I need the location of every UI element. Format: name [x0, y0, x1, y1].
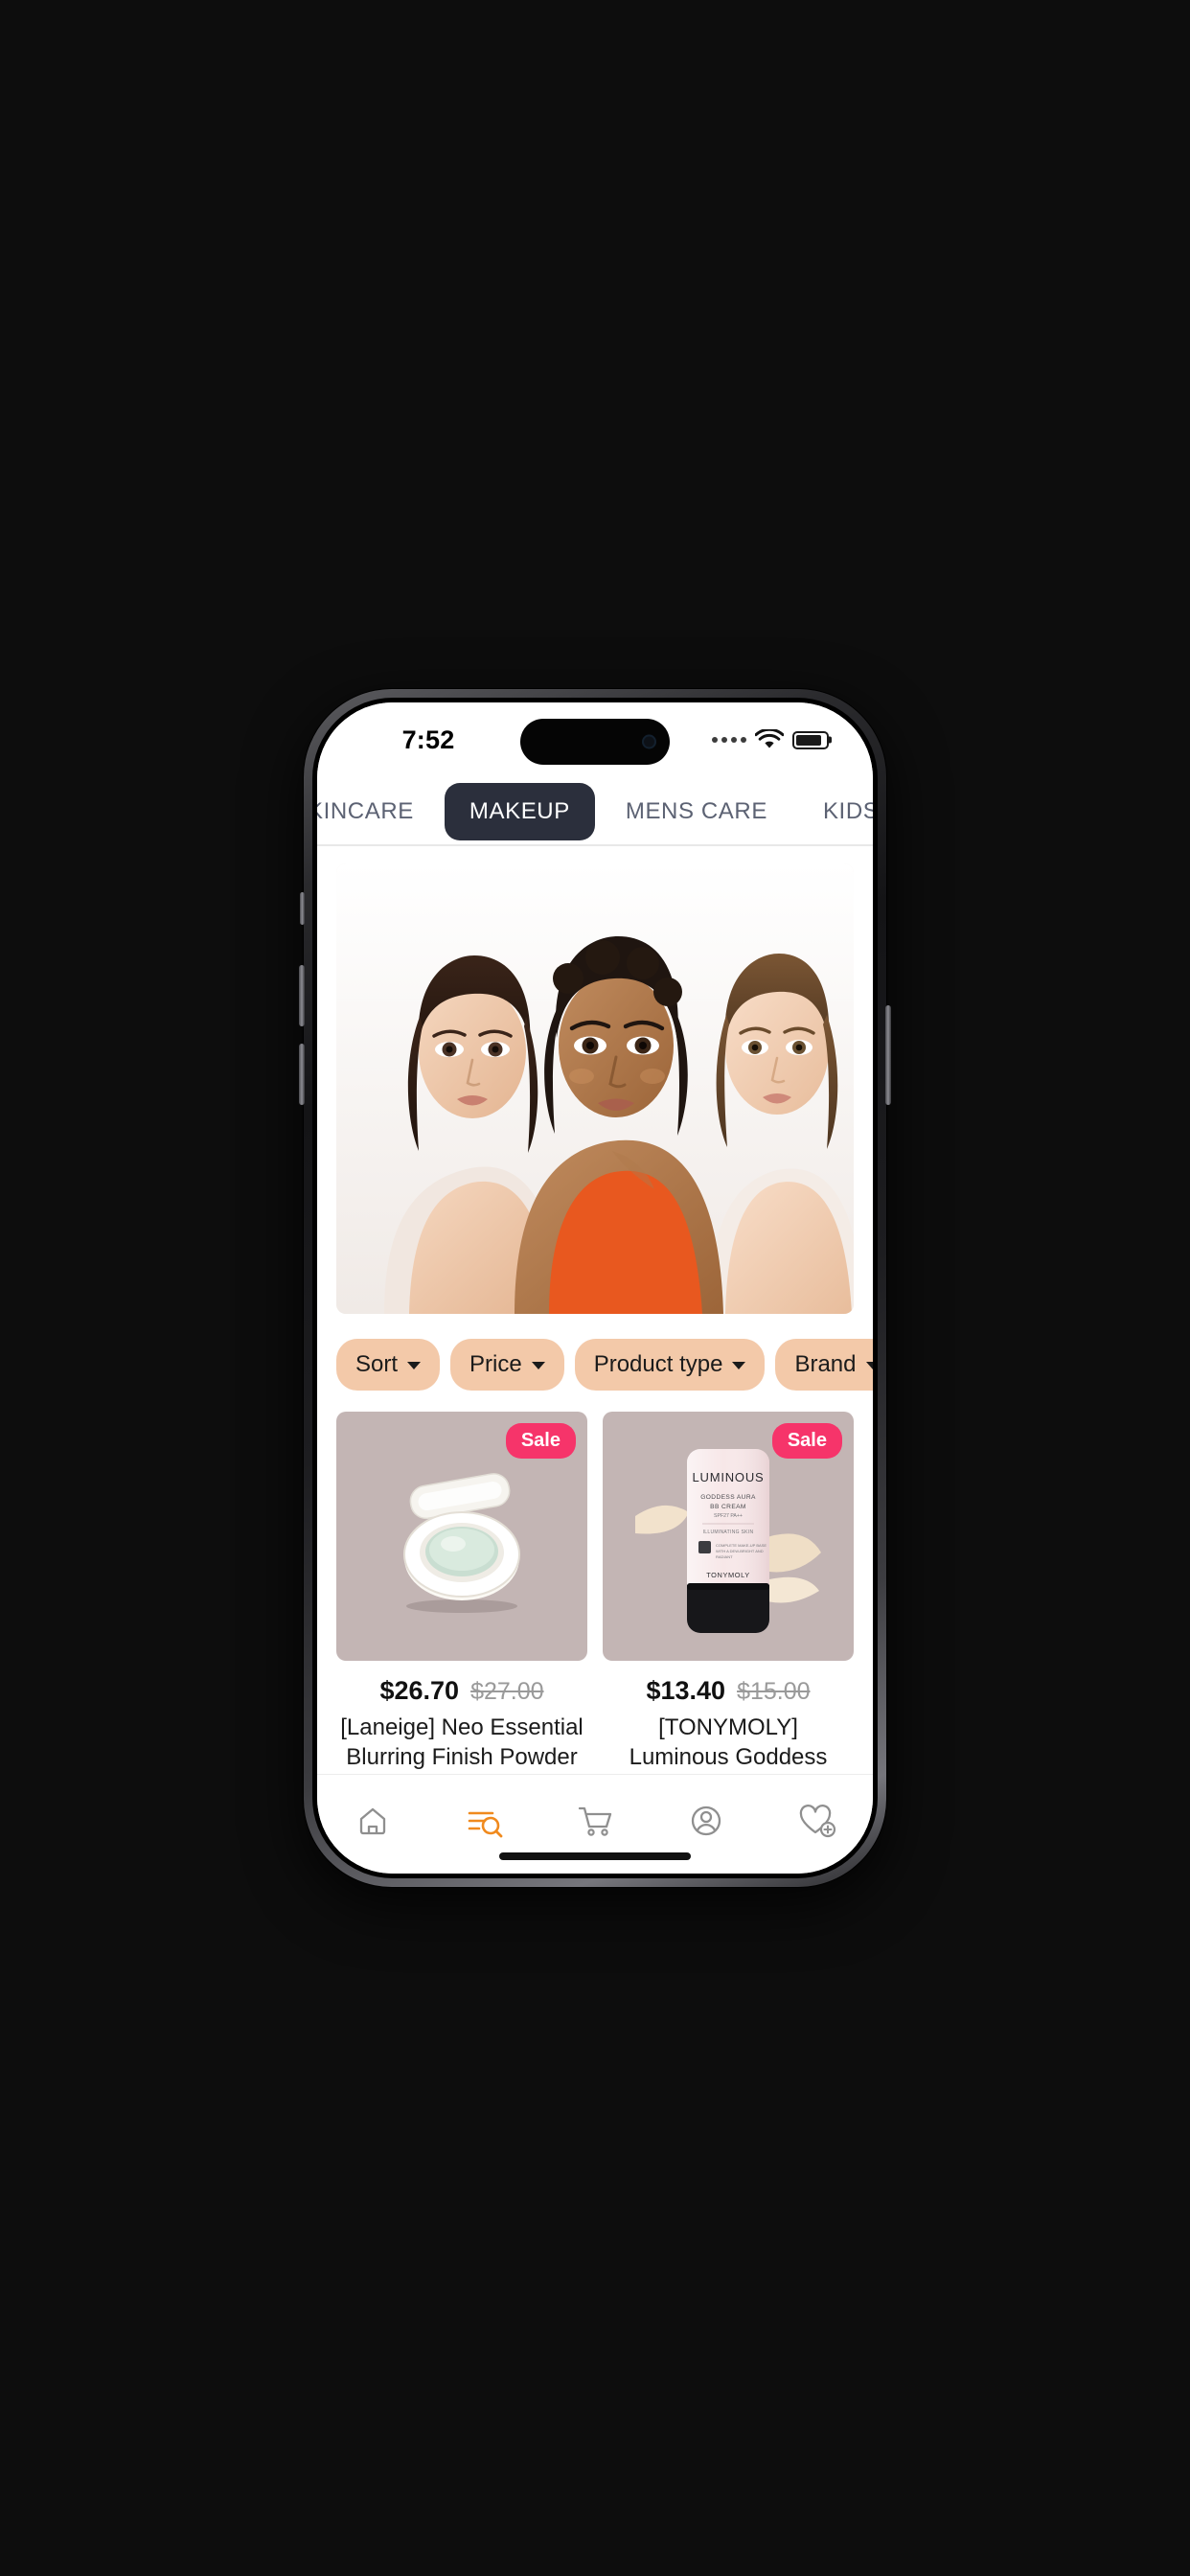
hero-banner[interactable]	[336, 863, 854, 1314]
product-price-row: $13.40 $15.00	[603, 1676, 854, 1706]
signal-dots-icon	[712, 737, 746, 743]
account-icon	[691, 1806, 721, 1835]
filter-chip-sort[interactable]: Sort	[336, 1339, 441, 1391]
search-list-icon	[468, 1811, 503, 1837]
filter-chip-product-type[interactable]: Product type	[574, 1339, 766, 1391]
nav-cart[interactable]	[559, 1793, 631, 1849]
filter-chip-brand-label: Brand	[794, 1351, 857, 1377]
svg-text:SPF27 PA++: SPF27 PA++	[714, 1513, 743, 1519]
status-bar: 7:52	[317, 702, 873, 777]
chevron-down-icon	[407, 1362, 422, 1369]
content-scroll-area[interactable]: Sort Price Product type Brand Sale $26.7…	[317, 846, 873, 1774]
filter-chip-price-label: Price	[469, 1351, 522, 1377]
tab-kids-care[interactable]: KIDS CARE	[798, 783, 873, 840]
wishlist-add-icon	[799, 1804, 836, 1837]
svg-text:TONYMOLY: TONYMOLY	[706, 1571, 750, 1579]
svg-text:ILLUMINATING SKIN: ILLUMINATING SKIN	[703, 1530, 754, 1535]
volume-down-button[interactable]	[299, 1044, 305, 1105]
nav-home[interactable]	[336, 1793, 409, 1849]
tab-mens-care[interactable]: MENS CARE	[601, 783, 792, 840]
chevron-down-icon	[531, 1362, 545, 1369]
home-indicator[interactable]	[499, 1852, 691, 1860]
product-card[interactable]: Sale	[336, 1412, 587, 1774]
filter-chip-product-type-label: Product type	[593, 1351, 723, 1377]
product-original-price: $15.00	[737, 1678, 811, 1705]
filter-chip-row[interactable]: Sort Price Product type Brand	[317, 1314, 873, 1412]
status-time: 7:52	[401, 724, 455, 754]
status-badge: Sale	[505, 1423, 576, 1459]
screenshot-stage: 7:52 KINCARE MAKEUP MENS CARE KID Sort P…	[0, 0, 1190, 2576]
home-icon	[359, 1807, 386, 1834]
wifi-icon	[755, 729, 784, 750]
product-grid: Sale $26.70 $27.00 [Laneige] Neo Essenti…	[317, 1412, 873, 1774]
filter-chip-brand[interactable]: Brand	[775, 1339, 873, 1391]
status-badge: Sale	[771, 1423, 842, 1459]
svg-text:LUMINOUS: LUMINOUS	[692, 1470, 764, 1484]
hero-banner-image	[336, 863, 854, 1314]
product-name: [Laneige] Neo Essential Blurring Finish …	[340, 1714, 584, 1774]
nav-account[interactable]	[670, 1793, 743, 1849]
nav-search[interactable]	[447, 1793, 520, 1849]
product-price-row: $26.70 $27.00	[336, 1676, 587, 1706]
phone-device-frame: 7:52 KINCARE MAKEUP MENS CARE KID Sort P…	[299, 689, 891, 1887]
power-button[interactable]	[885, 1005, 891, 1105]
tab-skincare[interactable]: KINCARE	[317, 783, 439, 840]
product-image-cushion-compact	[403, 1473, 520, 1613]
product-thumbnail[interactable]: Sale	[603, 1412, 854, 1661]
svg-text:RADIANT: RADIANT	[716, 1554, 733, 1559]
svg-text:COMPLETE MAKE-UP BASE: COMPLETE MAKE-UP BASE	[716, 1543, 767, 1548]
phone-screen: 7:52 KINCARE MAKEUP MENS CARE KID Sort P…	[317, 702, 873, 1874]
chevron-down-icon	[865, 1362, 873, 1369]
nav-wishlist[interactable]	[781, 1793, 854, 1849]
svg-text:GODDESS AURA: GODDESS AURA	[700, 1494, 756, 1501]
cart-icon	[578, 1806, 612, 1836]
product-thumbnail[interactable]: Sale	[336, 1412, 587, 1661]
svg-text:BB CREAM: BB CREAM	[710, 1504, 746, 1510]
product-price: $13.40	[646, 1676, 726, 1705]
bottom-navigation-bar[interactable]	[317, 1774, 873, 1874]
silent-switch[interactable]	[300, 892, 305, 925]
product-name: [TONYMOLY] Luminous Goddess Aura BB Crea…	[616, 1714, 841, 1774]
product-card[interactable]: Sale	[603, 1412, 854, 1774]
volume-up-button[interactable]	[299, 965, 305, 1026]
product-original-price: $27.00	[470, 1678, 544, 1705]
filter-chip-price[interactable]: Price	[450, 1339, 564, 1391]
tab-makeup[interactable]: MAKEUP	[444, 782, 595, 840]
product-price: $26.70	[379, 1676, 460, 1705]
category-tab-bar[interactable]: KINCARE MAKEUP MENS CARE KIDS CARE	[317, 777, 873, 846]
phone-bezel: 7:52 KINCARE MAKEUP MENS CARE KID Sort P…	[312, 698, 878, 1878]
chevron-down-icon	[732, 1362, 746, 1369]
status-icons	[712, 729, 829, 750]
battery-icon	[792, 730, 829, 749]
dynamic-island	[520, 719, 670, 765]
filter-chip-sort-label: Sort	[355, 1351, 399, 1377]
svg-text:WITH A DEW-BRIGHT AND: WITH A DEW-BRIGHT AND	[716, 1549, 764, 1553]
